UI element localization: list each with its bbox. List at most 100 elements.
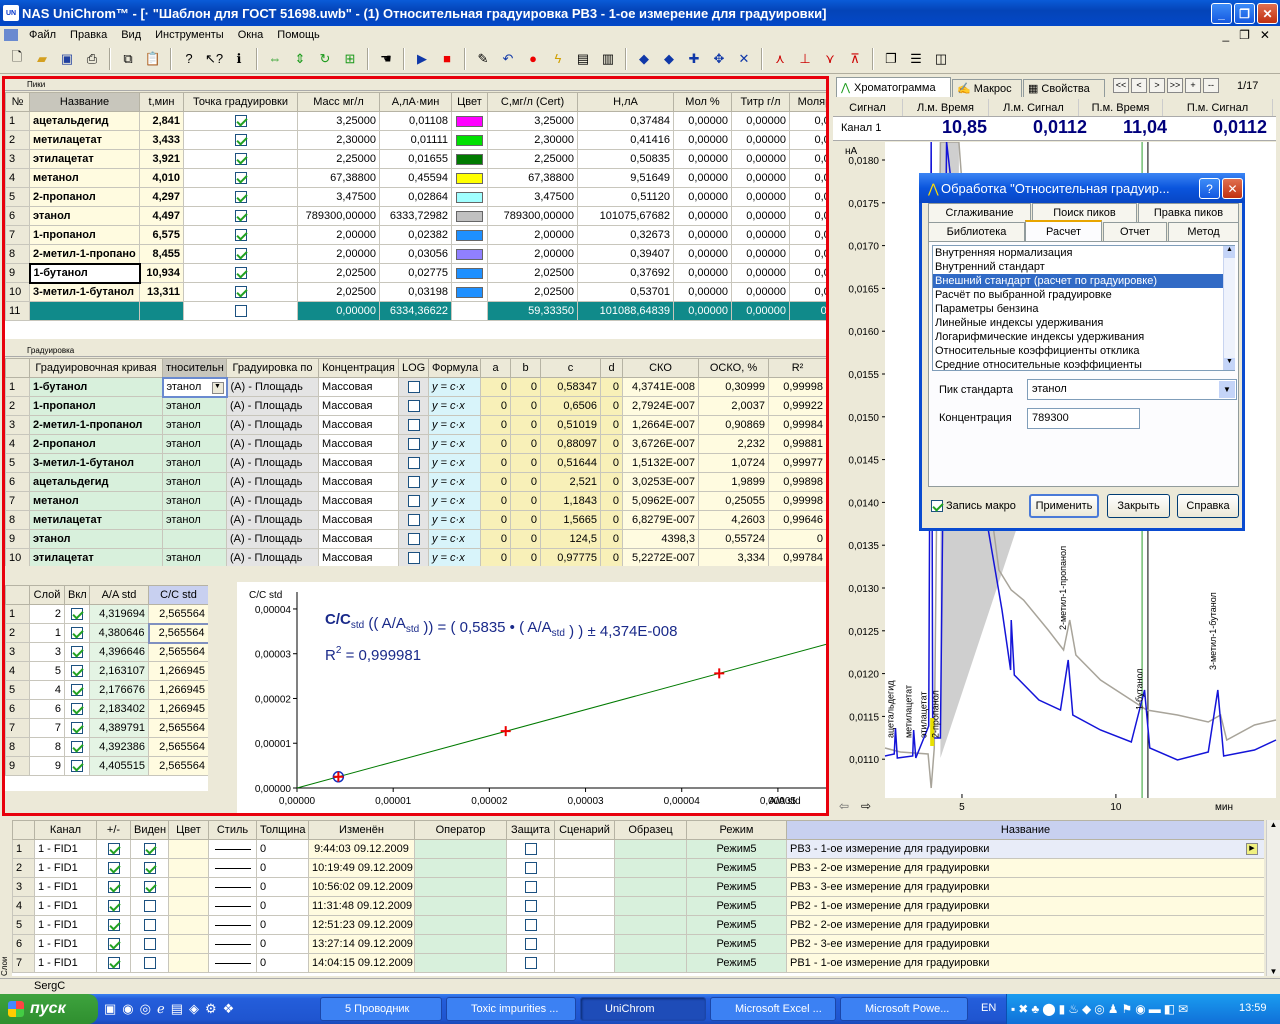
- peak-conc-cert[interactable]: 2,00000: [487, 244, 578, 264]
- layer-number[interactable]: 3: [29, 642, 65, 662]
- peak-color[interactable]: [451, 111, 488, 131]
- layer-on-checkbox-box[interactable]: [71, 684, 83, 697]
- layer-protect-checkbox[interactable]: [506, 839, 555, 859]
- menu-help[interactable]: Помощь: [270, 29, 327, 41]
- peak-row[interactable]: 8 2-метил-1-пропано 8,455 2,00000 0,03056 2,0…: [5, 244, 826, 264]
- calib-relative[interactable]: этанол ▼: [161, 376, 228, 398]
- layer-mode[interactable]: Режим5: [686, 953, 787, 973]
- nav-button[interactable]: --: [1203, 78, 1219, 93]
- bottom-col-header[interactable]: Стиль: [208, 820, 257, 840]
- calib-r2[interactable]: 0,99784: [768, 548, 826, 566]
- opera-icon[interactable]: ◎: [140, 1001, 151, 1017]
- coef-a[interactable]: 0: [480, 415, 511, 435]
- paste-icon[interactable]: 📋: [142, 48, 164, 70]
- total-checkbox[interactable]: [183, 301, 298, 321]
- calib-r2[interactable]: 0,99922: [768, 396, 826, 416]
- calib-col-header[interactable]: тносительн: [162, 358, 227, 378]
- peak-row[interactable]: 2 метилацетат 3,433 2,30000 0,01111 2,30000 0,…: [5, 130, 826, 150]
- calib-osko[interactable]: 0,90869: [698, 415, 769, 435]
- coef-b[interactable]: 0: [510, 548, 541, 566]
- log-checkbox[interactable]: [398, 377, 429, 397]
- row-number[interactable]: 8: [5, 244, 30, 264]
- calib-relative[interactable]: этанол: [162, 510, 227, 530]
- layer-style[interactable]: [208, 915, 257, 935]
- layers-col-header[interactable]: A/A std: [89, 585, 149, 605]
- peaks-col-header[interactable]: Масс мг/л: [297, 92, 380, 112]
- layer-on-checkbox-box[interactable]: [71, 741, 83, 754]
- peak-mol[interactable]: 0,00000: [673, 111, 732, 131]
- row-number[interactable]: 3: [5, 642, 30, 662]
- row-number[interactable]: 7: [5, 718, 30, 738]
- calib-sko[interactable]: 5,0962E-007: [622, 491, 699, 511]
- app-icon-1[interactable]: ▤: [171, 1001, 183, 1017]
- color-swatch[interactable]: [456, 115, 483, 127]
- peak-row[interactable]: 4 метанол 4,010 67,38800 0,45594 67,38800 9,51…: [5, 168, 826, 188]
- hand-icon[interactable]: ☚: [375, 48, 397, 70]
- calib-row[interactable]: 10 этилацетат этанол (A) - Площадь Массовая y…: [5, 548, 826, 566]
- calib-sko[interactable]: 2,7924E-007: [622, 396, 699, 416]
- calib-formula[interactable]: y = c·x: [428, 453, 481, 473]
- layer-mode[interactable]: Режим5: [686, 839, 787, 859]
- log-checkbox[interactable]: [398, 434, 429, 454]
- peak-area[interactable]: 0,03056: [379, 244, 452, 264]
- task-explorer[interactable]: 5 Проводник: [320, 997, 442, 1021]
- peak-base-icon[interactable]: ⊥: [794, 48, 816, 70]
- layer-visible-checkbox[interactable]: [130, 877, 169, 897]
- menu-tools[interactable]: Инструменты: [148, 29, 231, 41]
- peak-titr[interactable]: 0,00000: [731, 168, 790, 188]
- log-checkbox-box[interactable]: [407, 400, 420, 413]
- layer-plusminus-checkbox-box[interactable]: [107, 862, 120, 875]
- coef-c[interactable]: 124,5: [540, 529, 601, 549]
- row-number[interactable]: 3: [5, 415, 30, 435]
- calc-method-item[interactable]: Параметры бензина: [933, 302, 1234, 316]
- layer-scenario[interactable]: [554, 896, 615, 916]
- calib-sko[interactable]: 4398,3: [622, 529, 699, 549]
- nav-button[interactable]: <<: [1113, 78, 1129, 93]
- peak-time[interactable]: 3,433: [139, 130, 184, 150]
- peaks-col-header[interactable]: №: [5, 92, 30, 112]
- calib-point-checkbox-box[interactable]: [234, 248, 247, 261]
- peak-join-icon[interactable]: ⋎: [819, 48, 841, 70]
- nav-button[interactable]: >: [1149, 78, 1165, 93]
- peak-height[interactable]: 0,51120: [577, 187, 674, 207]
- layer-on-checkbox-box[interactable]: [71, 627, 83, 640]
- peak-titr[interactable]: 0,00000: [731, 130, 790, 150]
- layer-plusminus-checkbox-box[interactable]: [107, 843, 120, 856]
- coef-c[interactable]: 0,88097: [540, 434, 601, 454]
- peak-molar[interactable]: 0,000: [789, 225, 826, 245]
- row-number[interactable]: 8: [5, 510, 30, 530]
- macro-checkbox[interactable]: [931, 500, 943, 512]
- row-number[interactable]: 1: [5, 377, 30, 397]
- peak-time[interactable]: 4,010: [139, 168, 184, 188]
- row-number[interactable]: 9: [5, 529, 30, 549]
- layer-channel[interactable]: 1 - FID1: [34, 896, 97, 916]
- layer-cc[interactable]: 2,565564: [147, 622, 208, 644]
- calib-row[interactable]: 3 2-метил-1-пропанол этанол (A) - Площадь Ма…: [5, 415, 826, 435]
- calib-formula[interactable]: y = c·x: [428, 510, 481, 530]
- calib-by[interactable]: (A) - Площадь: [226, 548, 319, 566]
- peak-conc-cert[interactable]: 2,30000: [487, 130, 578, 150]
- layers-col-header[interactable]: Слой: [29, 585, 65, 605]
- calib-curve-name[interactable]: этанол: [29, 529, 163, 549]
- row-number[interactable]: 6: [5, 472, 30, 492]
- calib-sko[interactable]: 3,0253E-007: [622, 472, 699, 492]
- layer-style[interactable]: [208, 953, 257, 973]
- calc-method-item[interactable]: Линейные индексы удерживания: [933, 316, 1234, 330]
- peaks-col-header[interactable]: H,лА: [577, 92, 674, 112]
- layer-mode[interactable]: Режим5: [686, 858, 787, 878]
- row-number[interactable]: 5: [5, 187, 30, 207]
- coef-c[interactable]: 0,58347: [540, 377, 601, 397]
- calib-conc-type[interactable]: Массовая: [318, 548, 399, 566]
- coef-d[interactable]: 0: [600, 453, 623, 473]
- marker-add-icon[interactable]: ✚: [683, 48, 705, 70]
- peak-time[interactable]: 4,497: [139, 206, 184, 226]
- calib-point-checkbox[interactable]: [183, 111, 298, 131]
- row-number[interactable]: 2: [5, 396, 30, 416]
- peak-conc-cert[interactable]: 3,25000: [487, 111, 578, 131]
- copy-icon[interactable]: ⧉: [117, 48, 139, 70]
- calib-curve-name[interactable]: ацетальдегид: [29, 472, 163, 492]
- tab-smoothing[interactable]: Сглаживание: [928, 203, 1031, 222]
- peak-color[interactable]: [451, 244, 488, 264]
- calib-curve-name[interactable]: метилацетат: [29, 510, 163, 530]
- peak-color[interactable]: [451, 282, 488, 302]
